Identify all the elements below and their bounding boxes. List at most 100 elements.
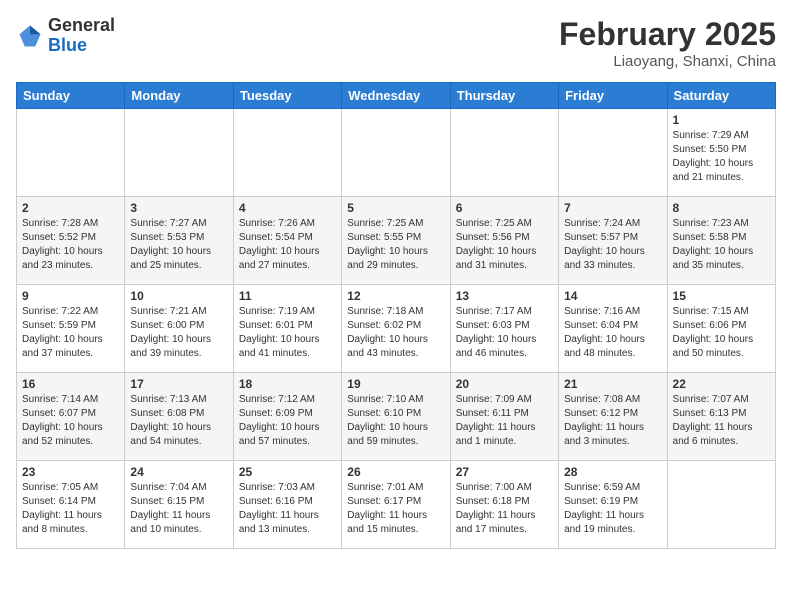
day-number: 18 [239,377,336,391]
location: Liaoyang, Shanxi, China [559,53,776,70]
day-number: 3 [130,201,227,215]
logo: General Blue [16,16,115,56]
day-number: 11 [239,289,336,303]
day-number: 19 [347,377,444,391]
day-number: 9 [22,289,119,303]
day-info: Sunrise: 7:26 AMSunset: 5:54 PMDaylight:… [239,218,320,271]
weekday-header-thursday: Thursday [450,83,558,109]
weekday-header-friday: Friday [559,83,667,109]
day-info: Sunrise: 7:18 AMSunset: 6:02 PMDaylight:… [347,306,428,359]
day-number: 28 [564,465,661,479]
calendar-week-3: 9 Sunrise: 7:22 AMSunset: 5:59 PMDayligh… [17,285,776,373]
day-number: 21 [564,377,661,391]
weekday-header-saturday: Saturday [667,83,775,109]
calendar-cell [559,109,667,197]
calendar-cell: 3 Sunrise: 7:27 AMSunset: 5:53 PMDayligh… [125,197,233,285]
calendar-cell [233,109,341,197]
logo-icon [16,22,44,50]
calendar-cell: 18 Sunrise: 7:12 AMSunset: 6:09 PMDaylig… [233,373,341,461]
day-info: Sunrise: 7:12 AMSunset: 6:09 PMDaylight:… [239,394,320,447]
day-number: 5 [347,201,444,215]
day-info: Sunrise: 6:59 AMSunset: 6:19 PMDaylight:… [564,482,644,535]
calendar-cell: 12 Sunrise: 7:18 AMSunset: 6:02 PMDaylig… [342,285,450,373]
calendar-cell: 9 Sunrise: 7:22 AMSunset: 5:59 PMDayligh… [17,285,125,373]
calendar-cell [125,109,233,197]
day-number: 12 [347,289,444,303]
calendar-week-2: 2 Sunrise: 7:28 AMSunset: 5:52 PMDayligh… [17,197,776,285]
weekday-header-tuesday: Tuesday [233,83,341,109]
day-number: 10 [130,289,227,303]
calendar-cell: 13 Sunrise: 7:17 AMSunset: 6:03 PMDaylig… [450,285,558,373]
calendar-cell: 2 Sunrise: 7:28 AMSunset: 5:52 PMDayligh… [17,197,125,285]
day-number: 14 [564,289,661,303]
day-number: 1 [673,113,770,127]
calendar-cell: 4 Sunrise: 7:26 AMSunset: 5:54 PMDayligh… [233,197,341,285]
day-info: Sunrise: 7:19 AMSunset: 6:01 PMDaylight:… [239,306,320,359]
calendar-week-4: 16 Sunrise: 7:14 AMSunset: 6:07 PMDaylig… [17,373,776,461]
calendar-cell: 7 Sunrise: 7:24 AMSunset: 5:57 PMDayligh… [559,197,667,285]
day-info: Sunrise: 7:05 AMSunset: 6:14 PMDaylight:… [22,482,102,535]
calendar-cell: 8 Sunrise: 7:23 AMSunset: 5:58 PMDayligh… [667,197,775,285]
day-info: Sunrise: 7:09 AMSunset: 6:11 PMDaylight:… [456,394,536,447]
title-block: February 2025 Liaoyang, Shanxi, China [559,16,776,70]
weekday-header-sunday: Sunday [17,83,125,109]
day-number: 4 [239,201,336,215]
day-info: Sunrise: 7:27 AMSunset: 5:53 PMDaylight:… [130,218,211,271]
day-info: Sunrise: 7:13 AMSunset: 6:08 PMDaylight:… [130,394,211,447]
calendar-cell: 26 Sunrise: 7:01 AMSunset: 6:17 PMDaylig… [342,461,450,549]
day-info: Sunrise: 7:28 AMSunset: 5:52 PMDaylight:… [22,218,103,271]
calendar-cell [17,109,125,197]
day-number: 7 [564,201,661,215]
calendar-cell: 25 Sunrise: 7:03 AMSunset: 6:16 PMDaylig… [233,461,341,549]
day-number: 27 [456,465,553,479]
day-info: Sunrise: 7:16 AMSunset: 6:04 PMDaylight:… [564,306,645,359]
day-number: 20 [456,377,553,391]
day-info: Sunrise: 7:17 AMSunset: 6:03 PMDaylight:… [456,306,537,359]
calendar-cell: 17 Sunrise: 7:13 AMSunset: 6:08 PMDaylig… [125,373,233,461]
day-number: 13 [456,289,553,303]
day-number: 24 [130,465,227,479]
day-number: 23 [22,465,119,479]
day-info: Sunrise: 7:23 AMSunset: 5:58 PMDaylight:… [673,218,754,271]
month-year: February 2025 [559,16,776,53]
weekday-header-wednesday: Wednesday [342,83,450,109]
logo-general-text: General [48,15,115,35]
day-info: Sunrise: 7:29 AMSunset: 5:50 PMDaylight:… [673,130,754,183]
calendar-cell: 10 Sunrise: 7:21 AMSunset: 6:00 PMDaylig… [125,285,233,373]
calendar-cell: 20 Sunrise: 7:09 AMSunset: 6:11 PMDaylig… [450,373,558,461]
calendar-cell: 15 Sunrise: 7:15 AMSunset: 6:06 PMDaylig… [667,285,775,373]
calendar-cell: 11 Sunrise: 7:19 AMSunset: 6:01 PMDaylig… [233,285,341,373]
logo-blue-text: Blue [48,35,87,55]
day-info: Sunrise: 7:04 AMSunset: 6:15 PMDaylight:… [130,482,210,535]
calendar-cell: 19 Sunrise: 7:10 AMSunset: 6:10 PMDaylig… [342,373,450,461]
day-info: Sunrise: 7:03 AMSunset: 6:16 PMDaylight:… [239,482,319,535]
day-number: 15 [673,289,770,303]
day-info: Sunrise: 7:07 AMSunset: 6:13 PMDaylight:… [673,394,753,447]
calendar-cell: 16 Sunrise: 7:14 AMSunset: 6:07 PMDaylig… [17,373,125,461]
calendar-cell: 14 Sunrise: 7:16 AMSunset: 6:04 PMDaylig… [559,285,667,373]
calendar-cell [667,461,775,549]
calendar-cell: 28 Sunrise: 6:59 AMSunset: 6:19 PMDaylig… [559,461,667,549]
calendar-cell: 6 Sunrise: 7:25 AMSunset: 5:56 PMDayligh… [450,197,558,285]
day-info: Sunrise: 7:21 AMSunset: 6:00 PMDaylight:… [130,306,211,359]
day-info: Sunrise: 7:10 AMSunset: 6:10 PMDaylight:… [347,394,428,447]
calendar-week-1: 1 Sunrise: 7:29 AMSunset: 5:50 PMDayligh… [17,109,776,197]
day-number: 22 [673,377,770,391]
day-info: Sunrise: 7:00 AMSunset: 6:18 PMDaylight:… [456,482,536,535]
weekday-header-monday: Monday [125,83,233,109]
calendar-cell [450,109,558,197]
day-info: Sunrise: 7:25 AMSunset: 5:55 PMDaylight:… [347,218,428,271]
day-info: Sunrise: 7:14 AMSunset: 6:07 PMDaylight:… [22,394,103,447]
day-number: 6 [456,201,553,215]
day-info: Sunrise: 7:22 AMSunset: 5:59 PMDaylight:… [22,306,103,359]
calendar-cell: 24 Sunrise: 7:04 AMSunset: 6:15 PMDaylig… [125,461,233,549]
calendar-cell: 5 Sunrise: 7:25 AMSunset: 5:55 PMDayligh… [342,197,450,285]
day-info: Sunrise: 7:08 AMSunset: 6:12 PMDaylight:… [564,394,644,447]
calendar-cell [342,109,450,197]
day-number: 26 [347,465,444,479]
weekday-header-row: SundayMondayTuesdayWednesdayThursdayFrid… [17,83,776,109]
calendar-cell: 27 Sunrise: 7:00 AMSunset: 6:18 PMDaylig… [450,461,558,549]
day-info: Sunrise: 7:25 AMSunset: 5:56 PMDaylight:… [456,218,537,271]
page-header: General Blue February 2025 Liaoyang, Sha… [16,16,776,70]
day-number: 17 [130,377,227,391]
